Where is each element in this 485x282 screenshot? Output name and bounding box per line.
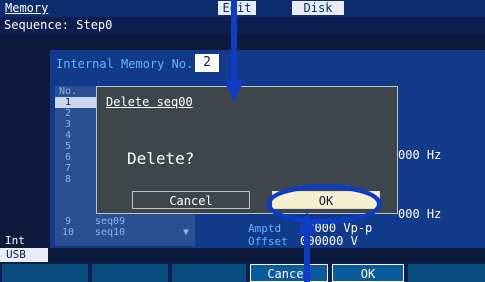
softkey-6[interactable] [408,264,485,282]
list-item-no: 2 [64,108,72,119]
list-item-no: 10 [61,227,75,238]
dialog-message: Delete? [127,149,195,168]
dialog-title: Delete seq00 [106,95,193,109]
softkey-bar: Cancel OK [0,262,485,282]
softkey-ok-button[interactable]: OK [332,264,404,282]
tab-disk[interactable]: Disk [292,1,344,15]
ok-highlight-ring [266,184,382,224]
list-header-no: No. [58,86,78,97]
instrument-screen: Memory Edit Disk Sequence: Step0 Interna… [0,0,485,282]
sidebar-int-label: Int [5,234,25,247]
arrow-down-icon [224,0,244,102]
scroll-down-icon[interactable]: ▼ [183,227,189,238]
list-item-no: 1 [64,97,72,108]
list-item-no: 6 [64,152,72,163]
list-item-no: 4 [64,130,72,141]
list-item-no: 9 [64,216,72,227]
window-title: Memory [5,1,49,15]
list-item-no: 8 [64,174,72,185]
softkey-1[interactable] [2,264,88,282]
list-item[interactable]: 9 seq09 [55,216,195,227]
amptd-label: Amptd [248,222,282,235]
frequency-value: 000 Hz [398,207,442,221]
internal-memory-label: Internal Memory No. [56,57,194,71]
list-item[interactable]: 10 seq10 ▼ [55,227,195,238]
softkey-2[interactable] [92,264,168,282]
sidebar-usb-tab[interactable]: USB [0,248,48,262]
offset-label: Offset [248,235,288,248]
softkey-3[interactable] [172,264,246,282]
arrow-up-icon [297,212,317,282]
list-item-name: seq09 [95,216,126,227]
list-item-no: 5 [64,141,72,152]
list-item-no: 3 [64,119,72,130]
list-item-name: seq10 [95,227,126,238]
memory-number-field[interactable]: 2 [195,54,219,72]
list-item-no: 7 [64,163,72,174]
dialog-cancel-button[interactable]: Cancel [132,191,250,209]
frequency-value: 000 Hz [398,148,442,162]
